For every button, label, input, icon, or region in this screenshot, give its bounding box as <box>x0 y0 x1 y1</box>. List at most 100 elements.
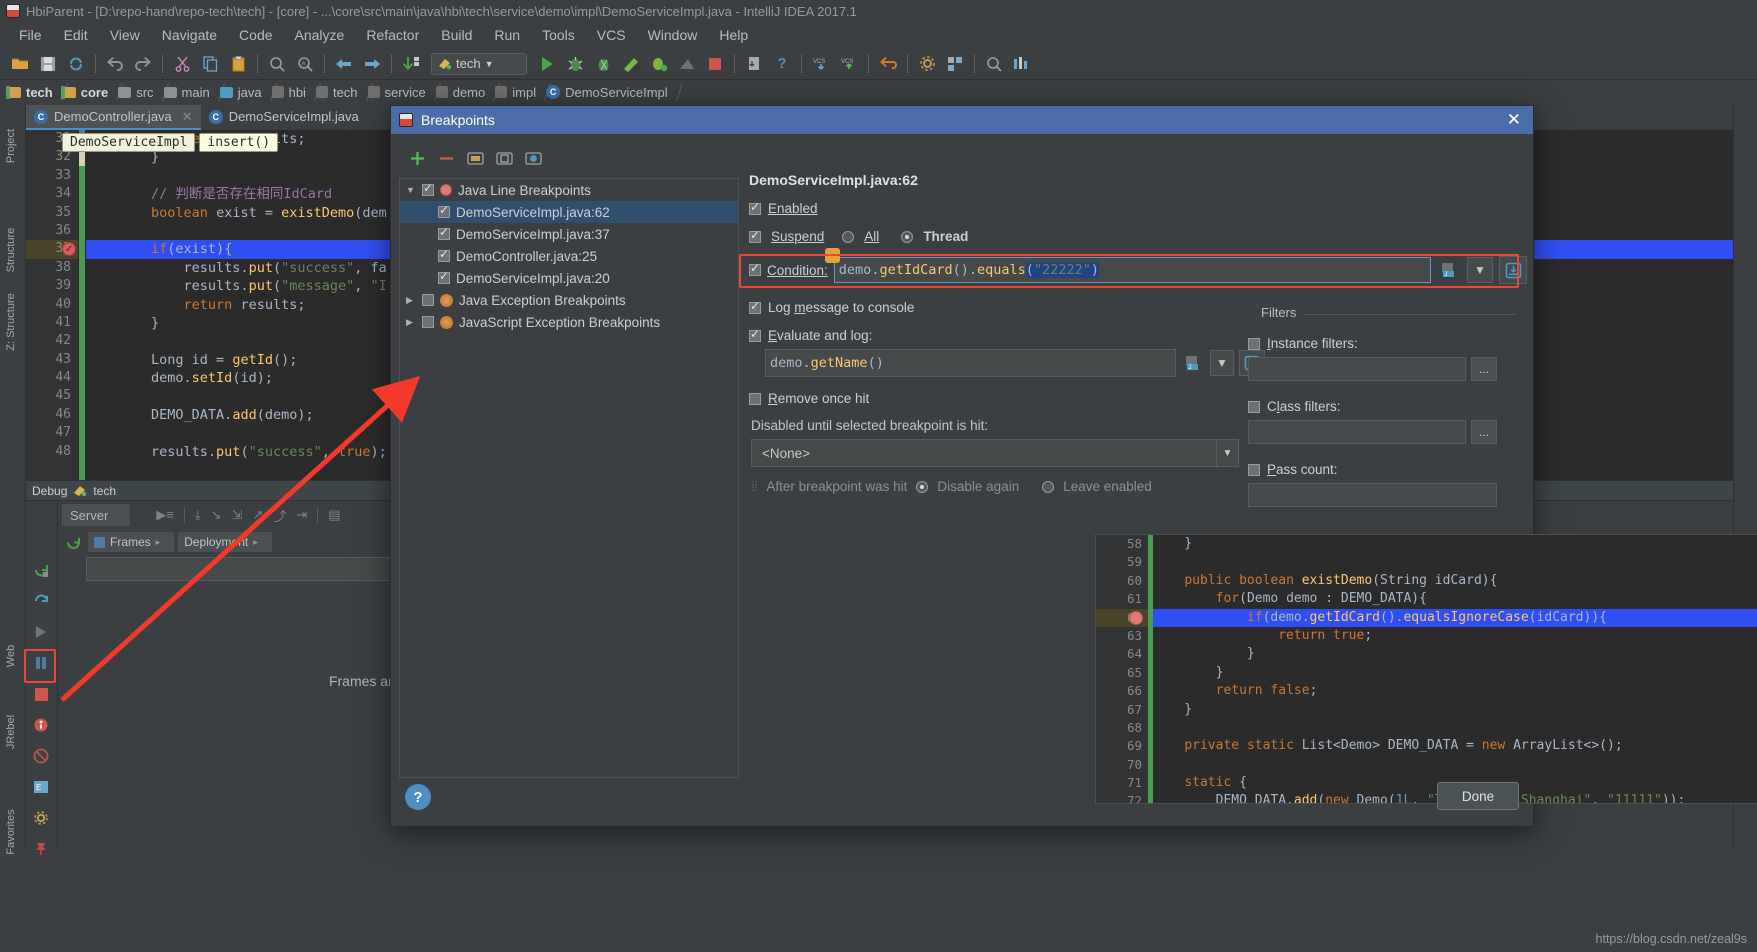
menu-item-analyze[interactable]: Analyze <box>284 25 356 45</box>
preview-line-number[interactable]: 70 <box>1096 756 1148 774</box>
help-button[interactable]: ? <box>405 784 431 810</box>
debug-frames-list[interactable] <box>86 557 419 581</box>
pass-count-row[interactable]: Pass count: <box>1248 462 1516 477</box>
after-hit-leave-enabled-radio[interactable] <box>1042 480 1055 493</box>
breakpoint-tree-group[interactable]: ▶ JavaScript Exception Breakpoints <box>400 311 738 333</box>
stop-icon[interactable] <box>702 51 728 77</box>
breakpoint-code-preview[interactable]: 585960616263646566676869707172 } public … <box>1095 534 1757 804</box>
compile-icon[interactable] <box>398 51 424 77</box>
chevron-down-icon[interactable]: ▼ <box>1216 440 1238 466</box>
navigate-back-icon[interactable] <box>331 51 357 77</box>
add-icon[interactable] <box>407 148 427 168</box>
breadcrumb-item-tech2[interactable]: tech <box>312 81 364 103</box>
step-out-icon[interactable]: ↗ <box>252 507 263 523</box>
find-icon[interactable] <box>264 51 290 77</box>
pin-icon[interactable] <box>30 838 52 860</box>
breakpoint-icon[interactable] <box>1129 610 1143 625</box>
done-button[interactable]: Done <box>1437 782 1519 810</box>
intention-bulb-icon[interactable] <box>824 248 840 263</box>
redo-icon[interactable] <box>130 51 156 77</box>
breakpoint-tree-item[interactable]: DemoServiceImpl.java:37 <box>400 223 738 245</box>
menu-item-run[interactable]: Run <box>483 25 531 45</box>
view-breakpoints-icon[interactable] <box>523 148 543 168</box>
class-filters-browse-button[interactable]: ... <box>1471 420 1497 444</box>
menu-item-navigate[interactable]: Navigate <box>151 25 228 45</box>
breadcrumb-item-tech[interactable]: tech <box>4 81 59 103</box>
undo-icon[interactable] <box>102 51 128 77</box>
menu-item-help[interactable]: Help <box>708 25 759 45</box>
breadcrumb-item-impl[interactable]: impl <box>491 81 542 103</box>
group-by-class-icon[interactable] <box>494 148 514 168</box>
pause-icon[interactable] <box>30 652 52 674</box>
instance-filters-input[interactable] <box>1248 357 1466 381</box>
profile-icon[interactable] <box>674 51 700 77</box>
preview-line-number[interactable]: 69 <box>1096 737 1148 755</box>
tool-window-jrebel[interactable]: JRebel <box>5 697 17 767</box>
menu-item-vcs[interactable]: VCS <box>586 25 637 45</box>
cut-icon[interactable] <box>169 51 195 77</box>
disabled-until-combobox[interactable]: <None> ▼ <box>751 439 1239 467</box>
tool-window-structure[interactable]: Structure <box>5 215 17 285</box>
stop-icon[interactable] <box>30 683 52 705</box>
gutter-line-number[interactable]: 36 <box>26 222 78 240</box>
class-filters-input[interactable] <box>1248 420 1466 444</box>
breakpoint-tree-item[interactable]: DemoServiceImpl.java:20 <box>400 267 738 289</box>
replace-icon[interactable]: A <box>292 51 318 77</box>
show-execution-point-icon[interactable]: ▶≡ <box>156 507 174 523</box>
run-to-cursor-icon[interactable]: ⇥ <box>296 507 307 523</box>
evaluate-input[interactable]: demo.getName() <box>765 349 1176 377</box>
suspend-row[interactable]: Suspend All Thread <box>749 228 1527 244</box>
restore-layout-icon[interactable] <box>62 532 84 552</box>
after-hit-disable-again-radio[interactable] <box>916 480 929 493</box>
preview-line-number[interactable]: 58 <box>1096 535 1148 553</box>
breakpoint-checkbox[interactable] <box>438 203 450 218</box>
breakpoint-tree-group[interactable]: ▶ Java Exception Breakpoints <box>400 289 738 311</box>
view-breakpoints-icon[interactable] <box>30 714 52 736</box>
pass-count-checkbox[interactable] <box>1248 463 1260 476</box>
preview-line-number[interactable]: 59 <box>1096 553 1148 571</box>
editor-tab-democontroller[interactable]: C DemoController.java ✕ <box>26 105 201 130</box>
group-by-file-icon[interactable] <box>465 148 485 168</box>
close-icon[interactable]: ✕ <box>1503 110 1525 130</box>
instance-filters-checkbox[interactable] <box>1248 337 1260 350</box>
breadcrumb-item-service[interactable]: service <box>364 81 432 103</box>
undo-redo-arrow-icon[interactable] <box>875 51 901 77</box>
navigate-forward-icon[interactable] <box>359 51 385 77</box>
gutter-line-number[interactable]: 33 <box>26 167 78 185</box>
chevron-down-icon[interactable]: ▼ <box>1467 257 1493 283</box>
resume-icon[interactable] <box>30 621 52 643</box>
breakpoint-icon[interactable] <box>62 241 76 260</box>
preview-line-number[interactable]: 62 <box>1096 608 1148 627</box>
save-all-icon[interactable] <box>35 51 61 77</box>
breakpoint-checkbox[interactable] <box>422 181 434 196</box>
breadcrumb-item-hbi[interactable]: hbi <box>268 81 312 103</box>
gutter-line-number[interactable]: 41 <box>26 314 78 332</box>
force-step-into-icon[interactable]: ⇲ <box>232 507 243 523</box>
class-filters-row[interactable]: Class filters: <box>1248 399 1516 414</box>
rerun-icon[interactable] <box>30 559 52 581</box>
mute-breakpoints-icon[interactable] <box>30 745 52 767</box>
gutter-line-number[interactable]: 43 <box>26 351 78 369</box>
breakpoints-dialog[interactable]: Breakpoints ✕ ▼ ✓ Java Line Breakpoints … <box>390 105 1757 827</box>
coverage-icon[interactable] <box>590 51 616 77</box>
vcs-commit-icon[interactable]: VCS <box>836 51 862 77</box>
editor-tab-demoserviceimpl[interactable]: C DemoServiceImpl.java <box>201 105 367 130</box>
update-app-icon[interactable] <box>741 51 767 77</box>
breadcrumb-item-demoserviceimpl[interactable]: C DemoServiceImpl <box>542 81 674 103</box>
search-everywhere-icon[interactable] <box>981 51 1007 77</box>
remove-icon[interactable] <box>436 148 456 168</box>
instance-filters-row[interactable]: Instance filters: <box>1248 336 1516 351</box>
gutter-line-number[interactable]: 46 <box>26 406 78 424</box>
gutter-line-number[interactable]: 38 <box>26 259 78 277</box>
log-message-row[interactable]: Log message to console <box>749 299 1527 315</box>
run-configuration-selector[interactable]: tech ▼ <box>431 52 527 75</box>
gutter-line-number[interactable]: 45 <box>26 387 78 405</box>
breakpoint-checkbox[interactable] <box>422 294 434 306</box>
tool-window-project[interactable]: Project <box>5 111 17 181</box>
gutter-line-number[interactable]: 37 <box>26 240 78 260</box>
suspend-thread-radio[interactable] <box>901 230 914 243</box>
vcs-update-icon[interactable]: VCS <box>808 51 834 77</box>
gutter-line-number[interactable]: 48 <box>26 443 78 461</box>
copy-icon[interactable] <box>197 51 223 77</box>
debug-chip-deployment[interactable]: Deployment ▸ <box>178 532 272 552</box>
